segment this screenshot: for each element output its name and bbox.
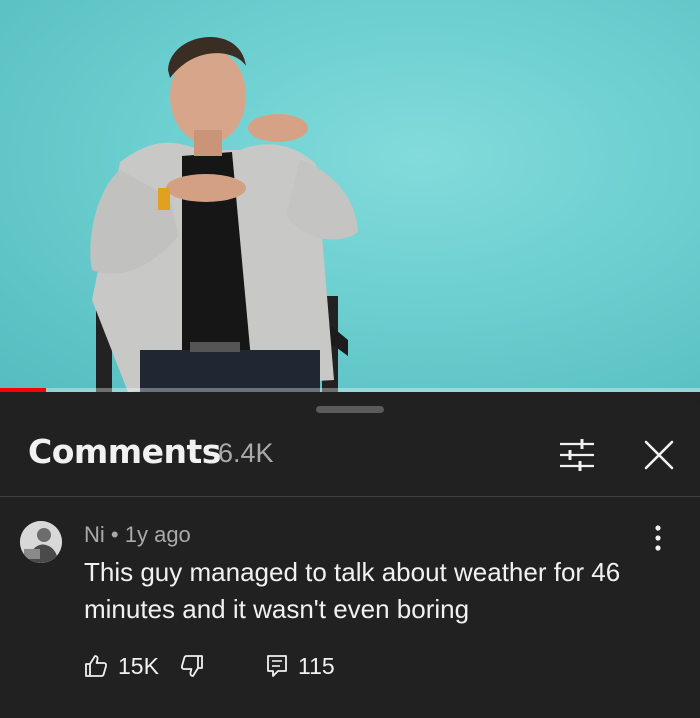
reply-count: 115 <box>298 652 335 679</box>
comment-author[interactable]: Ni <box>84 522 105 547</box>
like-button[interactable]: 15K <box>84 649 159 683</box>
comments-panel: Comments 6.4K Ni • 1y ago This guy manag… <box>0 392 700 718</box>
comment-meta: Ni • 1y ago <box>84 522 191 548</box>
reply-button[interactable]: 115 <box>266 649 335 683</box>
sliders-icon <box>560 439 594 471</box>
sort-filter-button[interactable] <box>556 434 598 476</box>
avatar[interactable] <box>20 521 62 563</box>
comments-count: 6.4K <box>218 438 274 468</box>
drag-handle[interactable] <box>316 406 384 413</box>
comment-time: 1y ago <box>124 522 191 547</box>
comment-text: This guy managed to talk about weather f… <box>84 557 621 624</box>
avatar-image <box>20 521 62 563</box>
close-button[interactable] <box>638 434 680 476</box>
like-count: 15K <box>118 652 159 679</box>
youtube-watch-page: Comments 6.4K Ni • 1y ago This guy manag… <box>0 0 700 718</box>
close-icon <box>644 440 674 470</box>
reply-icon <box>267 655 287 677</box>
meta-separator: • <box>110 522 119 547</box>
video-frame <box>90 37 358 392</box>
thumbs-up-icon <box>85 655 108 677</box>
more-vertical-icon <box>655 525 661 551</box>
dislike-button[interactable] <box>180 649 204 683</box>
thumbs-down-icon <box>180 655 203 677</box>
video-player[interactable] <box>0 0 700 392</box>
comment-more-button[interactable] <box>640 520 676 556</box>
header-divider <box>0 496 700 497</box>
comments-title: Comments <box>28 432 221 471</box>
